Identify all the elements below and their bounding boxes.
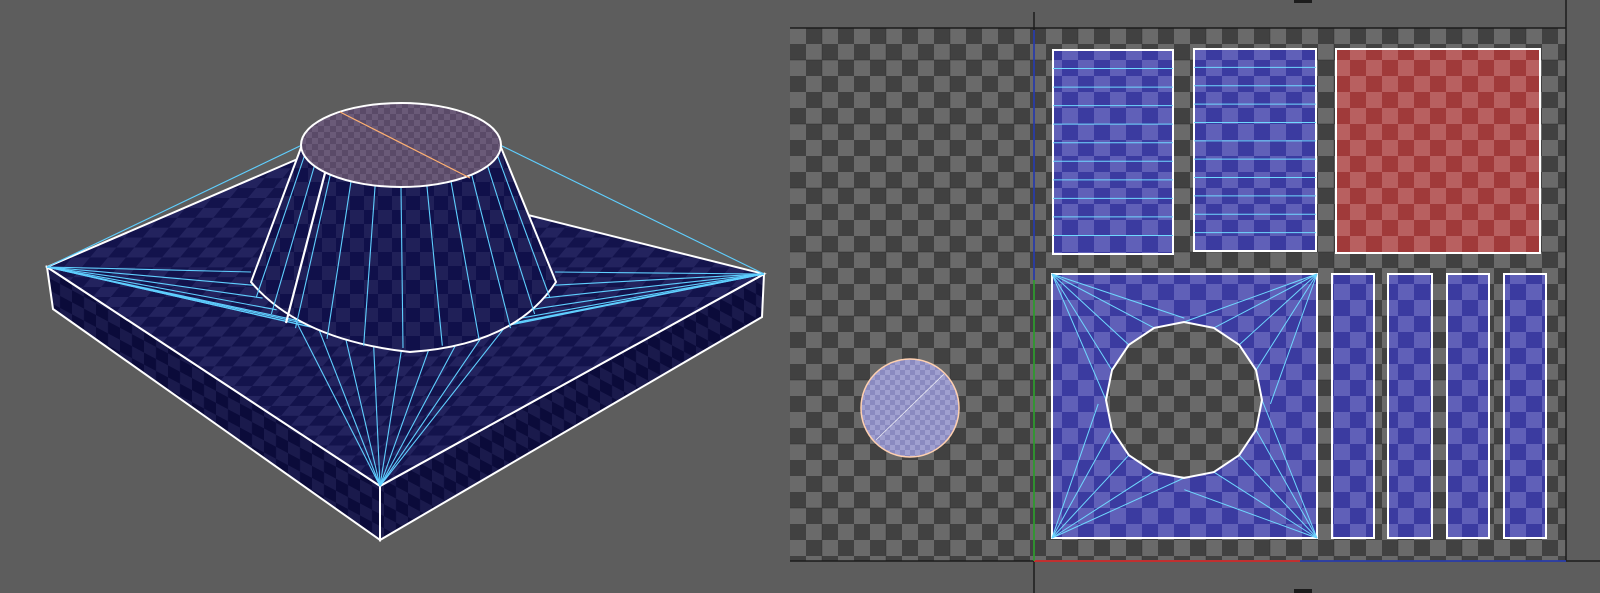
uv-hole-outline	[1104, 320, 1264, 480]
uv-island-edge-strip-2[interactable]	[1387, 273, 1433, 539]
viewport-3d[interactable]	[44, 102, 767, 542]
uv-island-side-strip-1[interactable]	[1052, 49, 1174, 255]
uv-island-edge-strip-4[interactable]	[1503, 273, 1547, 539]
uv-top-marker	[1294, 0, 1312, 3]
uv-bottom-marker	[1294, 589, 1312, 593]
uv-island-edge-strip-3[interactable]	[1446, 273, 1490, 539]
uv-editor[interactable]	[790, 0, 1600, 593]
workspace-canvas	[44, 0, 1600, 593]
uv-editor-workspace	[0, 0, 1600, 593]
uv-island-edge-strip-1[interactable]	[1331, 273, 1375, 539]
cone-top-cap	[300, 102, 502, 188]
uv-island-base-top[interactable]	[1051, 273, 1318, 539]
uv-island-side-strip-2[interactable]	[1193, 48, 1317, 252]
uv-island-top-face[interactable]	[1335, 48, 1541, 254]
uv-island-cap-disc[interactable]	[860, 358, 960, 458]
